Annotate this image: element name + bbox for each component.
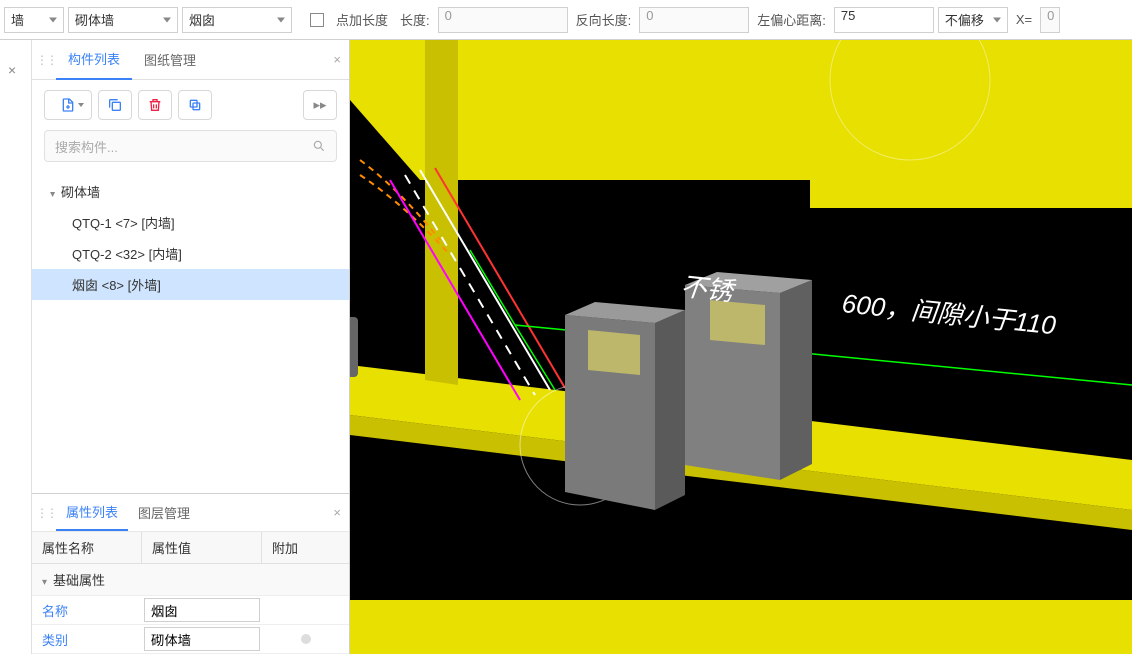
input-x[interactable]: 0 — [1040, 7, 1060, 33]
top-toolbar: 墙 砌体墙 烟囱 点加长度 长度: 0 反向长度: 0 左偏心距离: 75 不偏… — [0, 0, 1132, 40]
tree-item[interactable]: 烟囱 <8> [外墙] — [32, 269, 349, 300]
col-extra: 附加 — [262, 532, 349, 563]
tree-group-masonry-wall[interactable]: 砌体墙 — [32, 176, 349, 207]
copy-button[interactable] — [98, 90, 132, 120]
property-tabs: ⋮⋮ 属性列表 图层管理 × — [32, 494, 349, 532]
sidebar: ⋮⋮ 构件列表 图纸管理 × ▸▸ 搜索构件... 砌体墙 — [32, 40, 350, 654]
property-panel: ⋮⋮ 属性列表 图层管理 × 属性名称 属性值 附加 基础属性 名称 类别 — [32, 493, 349, 654]
input-left-offset[interactable]: 75 — [834, 7, 934, 33]
label-left-offset: 左偏心距离: — [757, 10, 826, 29]
property-row: 名称 — [32, 596, 349, 625]
more-button[interactable]: ▸▸ — [303, 90, 337, 120]
dropdown-wall-category[interactable]: 砌体墙 — [68, 7, 178, 33]
property-table: 属性名称 属性值 附加 基础属性 名称 类别 — [32, 532, 349, 654]
property-name: 名称 — [32, 597, 142, 624]
extra-indicator-icon[interactable] — [301, 634, 311, 644]
duplicate-button[interactable] — [178, 90, 212, 120]
dropdown-offset-mode[interactable]: 不偏移 — [938, 7, 1008, 33]
close-icon[interactable]: × — [333, 505, 341, 520]
tree-item[interactable]: QTQ-1 <7> [内墙] — [32, 207, 349, 238]
property-value-input[interactable] — [144, 627, 260, 651]
sidebar-tabs: ⋮⋮ 构件列表 图纸管理 × — [32, 40, 349, 80]
col-name: 属性名称 — [32, 532, 142, 563]
tab-property-list[interactable]: 属性列表 — [56, 494, 128, 531]
property-value-input[interactable] — [144, 598, 260, 622]
left-stub-panel: × — [0, 40, 32, 654]
panel-collapse-handle[interactable] — [350, 317, 358, 377]
new-button[interactable] — [44, 90, 92, 120]
search-input[interactable]: 搜索构件... — [44, 130, 337, 162]
tab-layer-manage[interactable]: 图层管理 — [128, 495, 200, 530]
search-placeholder: 搜索构件... — [55, 137, 312, 156]
viewport-scene: 不锈600，间隙小于110 — [350, 40, 1132, 654]
dropdown-wall-type[interactable]: 墙 — [4, 7, 64, 33]
trash-icon — [147, 97, 163, 113]
label-reverse-length: 反向长度: — [576, 10, 632, 29]
close-icon[interactable]: × — [8, 62, 16, 78]
tab-component-list[interactable]: 构件列表 — [56, 39, 132, 80]
dropdown-component[interactable]: 烟囱 — [182, 7, 292, 33]
checkbox-point-add-length[interactable] — [310, 13, 324, 27]
3d-viewport[interactable]: 不锈600，间隙小于110 — [350, 40, 1132, 654]
delete-button[interactable] — [138, 90, 172, 120]
col-value: 属性值 — [142, 532, 262, 563]
file-plus-icon — [60, 97, 76, 113]
copy-icon — [107, 97, 123, 113]
tab-drawing-manage[interactable]: 图纸管理 — [132, 40, 208, 79]
close-icon[interactable]: × — [333, 52, 341, 67]
label-x: X= — [1016, 12, 1032, 27]
drag-handle-icon[interactable]: ⋮⋮ — [36, 53, 48, 67]
property-row: 类别 — [32, 625, 349, 654]
input-reverse-length[interactable]: 0 — [639, 7, 749, 33]
drag-handle-icon[interactable]: ⋮⋮ — [36, 506, 48, 520]
label-point-add-length: 点加长度 — [336, 10, 388, 29]
property-table-header: 属性名称 属性值 附加 — [32, 532, 349, 564]
search-icon — [312, 139, 326, 153]
label-length: 长度: — [400, 10, 430, 29]
property-section-basic[interactable]: 基础属性 — [32, 564, 349, 596]
sidebar-toolbar: ▸▸ — [32, 80, 349, 130]
input-length[interactable]: 0 — [438, 7, 568, 33]
property-name: 类别 — [32, 626, 142, 653]
duplicate-icon — [187, 97, 203, 113]
tree-item[interactable]: QTQ-2 <32> [内墙] — [32, 238, 349, 269]
component-tree: 砌体墙 QTQ-1 <7> [内墙] QTQ-2 <32> [内墙] 烟囱 <8… — [32, 172, 349, 493]
